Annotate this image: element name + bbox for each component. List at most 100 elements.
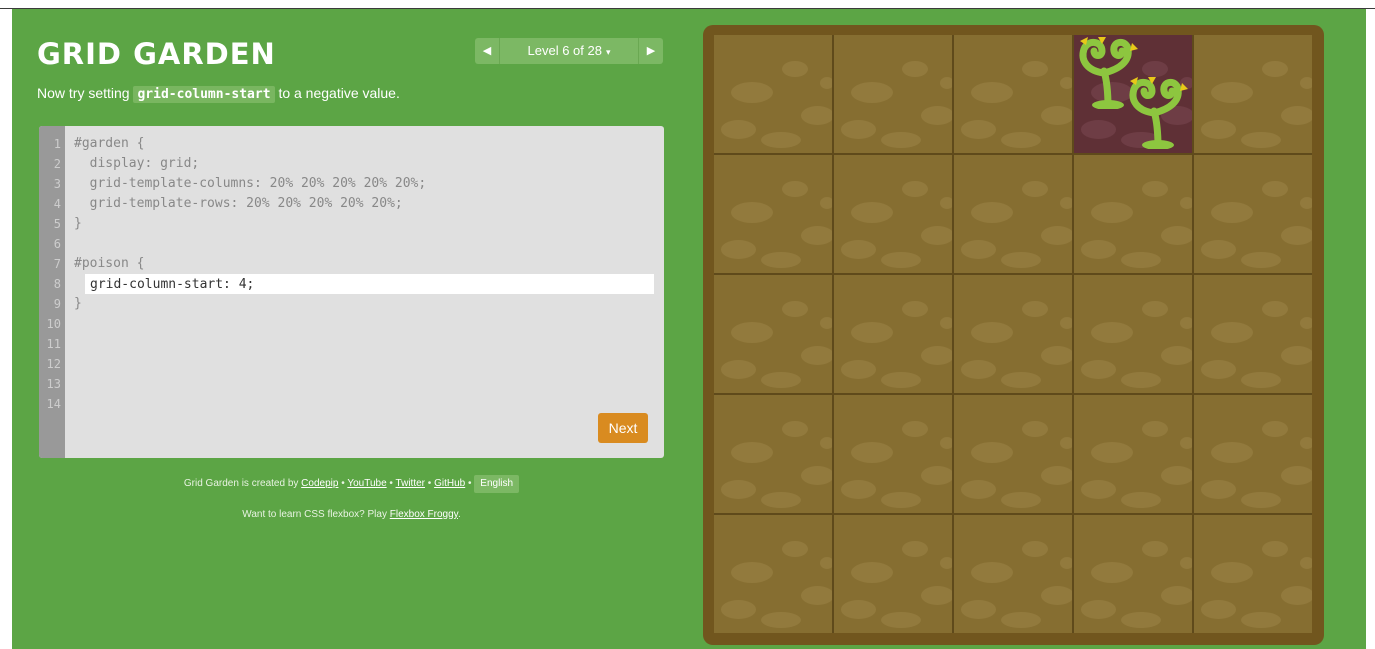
pebble — [841, 599, 877, 619]
separator: • — [389, 478, 393, 489]
garden-cell — [714, 155, 832, 273]
separator: • — [341, 478, 345, 489]
pebble — [1210, 562, 1253, 584]
pebble — [1281, 585, 1312, 605]
code-line: } — [74, 296, 82, 311]
pebble — [902, 540, 929, 558]
page-title: GRID GARDEN — [37, 37, 276, 71]
pebble — [1262, 300, 1289, 318]
garden-cell — [714, 275, 832, 393]
pebble — [1121, 611, 1162, 629]
line-number: 3 — [53, 177, 61, 191]
pebble — [940, 437, 952, 450]
instruction-code: grid-column-start — [133, 86, 275, 103]
pebble — [1090, 322, 1133, 344]
level-indicator[interactable]: Level 6 of 28 ▾ — [499, 38, 639, 64]
pebble — [961, 359, 997, 379]
pebble — [761, 491, 802, 509]
garden-cell — [834, 155, 952, 273]
pebble — [850, 562, 893, 584]
pebble — [1022, 420, 1049, 438]
pebble — [761, 131, 802, 149]
twitter-link[interactable]: Twitter — [396, 478, 425, 489]
next-level-button[interactable]: ▶ — [638, 38, 663, 64]
pebble — [921, 105, 952, 125]
triangle-right-icon: ▶ — [646, 45, 656, 57]
browser-top-edge — [0, 0, 1375, 9]
pebble — [850, 442, 893, 464]
pebble — [730, 82, 773, 104]
garden-grid — [714, 35, 1312, 633]
promo-period: . — [457, 509, 461, 520]
pebble — [961, 239, 997, 259]
pebble — [1180, 197, 1192, 210]
pebble — [730, 562, 773, 584]
pebble — [881, 491, 922, 509]
poison-cell — [1074, 35, 1192, 153]
pebble — [921, 465, 952, 485]
pebble — [1142, 300, 1169, 318]
pebble — [801, 225, 832, 245]
pebble — [1241, 131, 1282, 149]
line-number: 13 — [46, 377, 61, 391]
code-line: grid-template-columns: 20% 20% 20% 20% 2… — [74, 176, 427, 191]
youtube-link[interactable]: YouTube — [347, 478, 386, 489]
pebble — [1090, 442, 1133, 464]
pebble — [782, 420, 809, 438]
previous-level-button[interactable]: ◀ — [475, 38, 500, 64]
next-button[interactable]: Next — [598, 413, 648, 443]
pebble — [850, 202, 893, 224]
garden-cell — [834, 275, 952, 393]
pebble — [1022, 300, 1049, 318]
pebble — [820, 437, 832, 450]
pebble — [801, 465, 832, 485]
garden-cell — [834, 395, 952, 513]
garden-frame — [703, 25, 1324, 645]
pebble — [1241, 611, 1282, 629]
garden-cell — [1194, 275, 1312, 393]
credits: Grid Garden is created by Codepip • YouT… — [39, 475, 664, 493]
pebble — [1090, 202, 1133, 224]
instruction-text: Now try setting — [37, 85, 130, 101]
pebble — [1142, 180, 1169, 198]
pebble — [1300, 317, 1312, 330]
pebble — [1041, 105, 1072, 125]
pebble — [1262, 540, 1289, 558]
flexbox-froggy-link[interactable]: Flexbox Froggy — [390, 509, 458, 520]
code-line: display: grid; — [74, 156, 200, 171]
line-number: 4 — [53, 197, 61, 211]
pebble — [730, 442, 773, 464]
language-selector[interactable]: English — [474, 475, 520, 493]
pebble — [730, 322, 773, 344]
pebble — [721, 599, 757, 619]
pebble — [761, 251, 802, 269]
pebble — [782, 180, 809, 198]
pebble — [1300, 437, 1312, 450]
pebble — [1081, 239, 1117, 259]
garden-cell — [1074, 275, 1192, 393]
css-input[interactable] — [85, 274, 654, 294]
pebble — [961, 479, 997, 499]
pebble — [841, 119, 877, 139]
pebble — [721, 119, 757, 139]
pebble — [1081, 599, 1117, 619]
pebble — [1241, 251, 1282, 269]
pebble — [1081, 479, 1117, 499]
garden-cell — [834, 515, 952, 633]
codepip-link[interactable]: Codepip — [301, 478, 338, 489]
github-link[interactable]: GitHub — [434, 478, 465, 489]
pebble — [1121, 251, 1162, 269]
pebble — [1241, 371, 1282, 389]
pebble — [850, 82, 893, 104]
pebble — [820, 557, 832, 570]
pebble — [1121, 371, 1162, 389]
pebble — [1161, 465, 1192, 485]
pebble — [902, 60, 929, 78]
pebble — [1142, 420, 1169, 438]
garden-cell — [834, 35, 952, 153]
pebble — [902, 420, 929, 438]
pebble — [761, 611, 802, 629]
instruction-text-end: to a negative value. — [278, 85, 400, 101]
pebble — [1060, 557, 1072, 570]
pebble — [1001, 611, 1042, 629]
